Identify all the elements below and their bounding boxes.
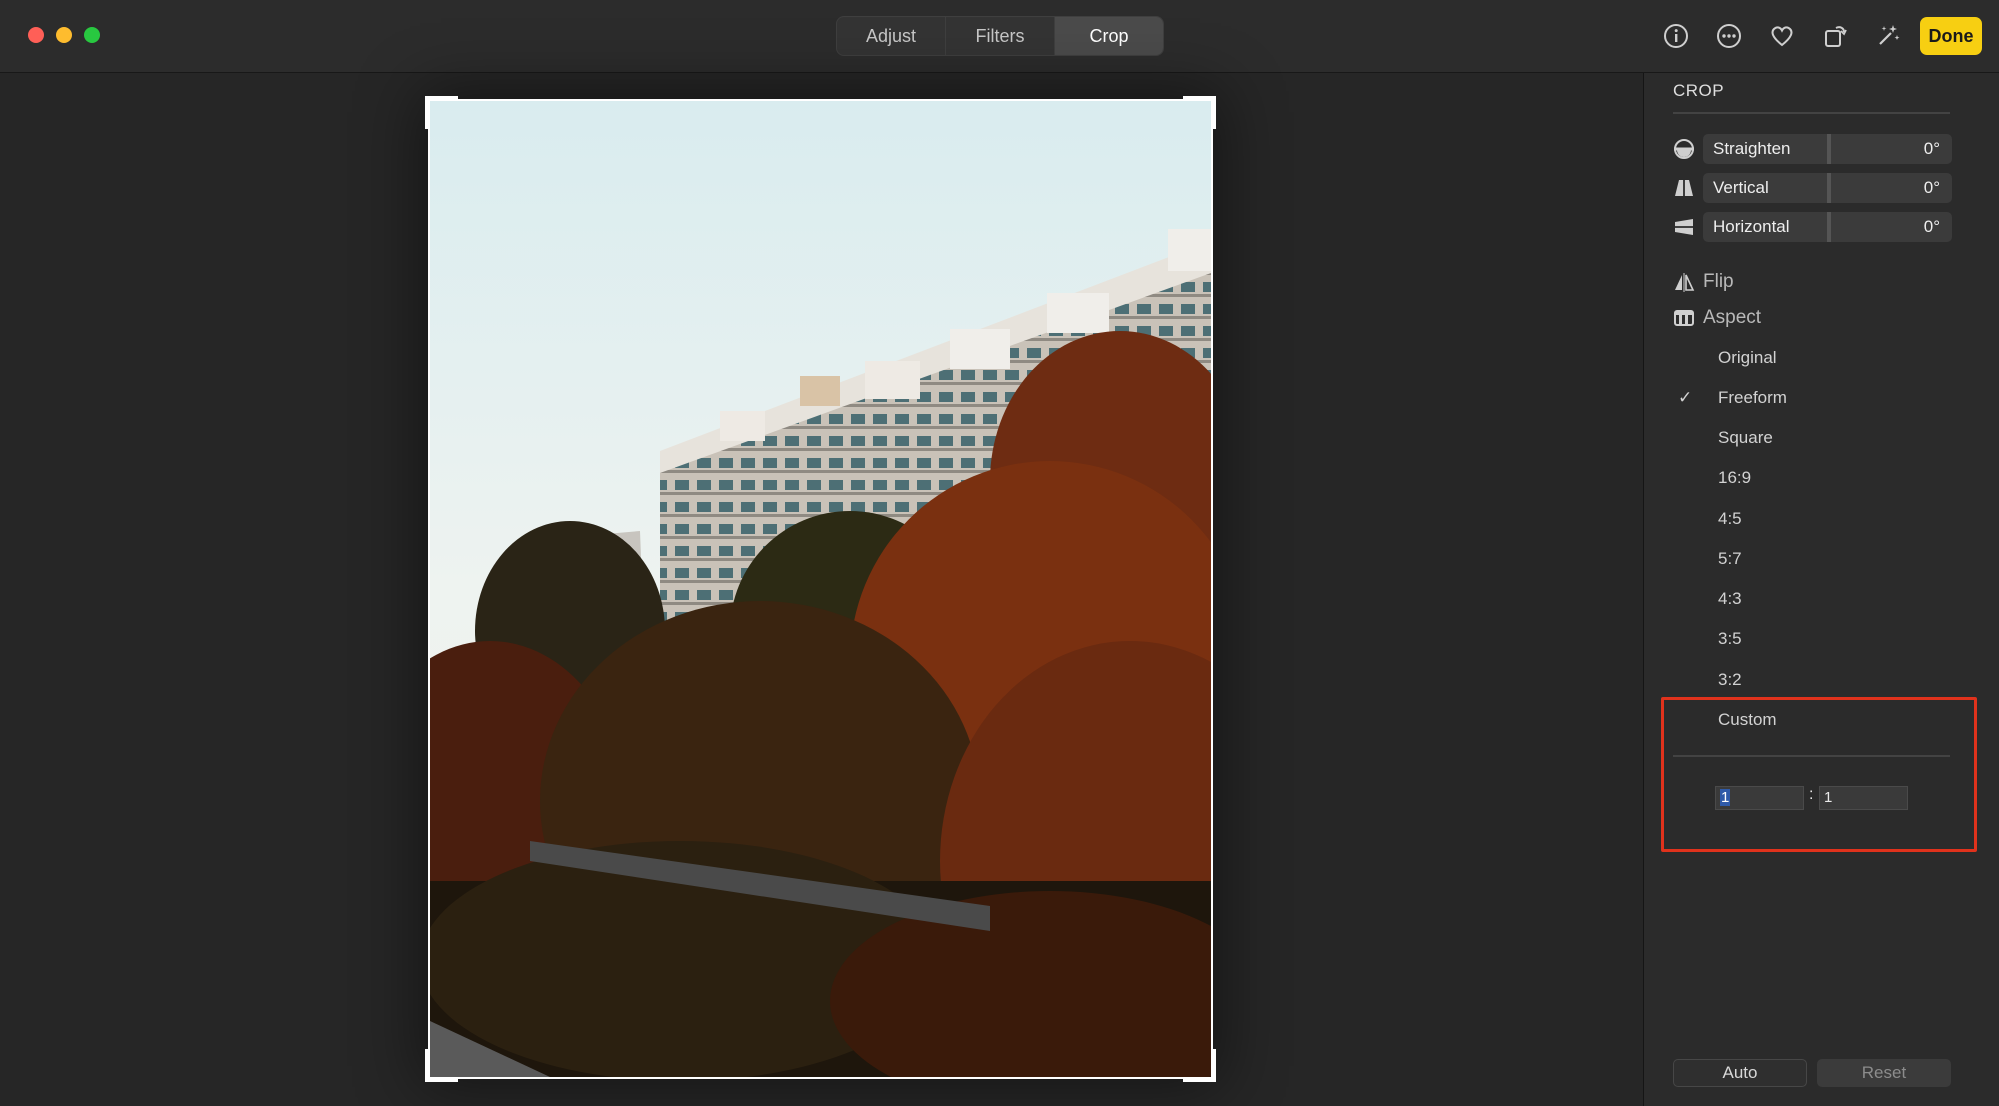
more-icon[interactable] <box>1713 20 1745 52</box>
horizontal-value: 0° <box>1923 217 1940 236</box>
tab-filters[interactable]: Filters <box>946 17 1055 55</box>
aspect-option-4-5[interactable]: 4:5 <box>1718 509 1742 529</box>
straighten-slider-thumb[interactable] <box>1827 134 1831 164</box>
straighten-icon <box>1674 139 1694 159</box>
photo-canvas <box>0 73 1643 1106</box>
custom-aspect-highlight-box <box>1661 697 1977 852</box>
rotate-icon[interactable] <box>1819 20 1851 52</box>
photos-editor-window: Adjust Filters Crop Done CROP Straighten… <box>0 0 1999 1106</box>
done-button[interactable]: Done <box>1920 17 1982 55</box>
auto-button[interactable]: Auto <box>1673 1059 1807 1087</box>
horizontal-label: Horizontal <box>1713 217 1790 236</box>
vertical-slider-thumb[interactable] <box>1827 173 1831 203</box>
aspect-option-square[interactable]: Square <box>1718 428 1773 448</box>
crop-side-panel: CROP Straighten 0° Vertical 0° Horizonta… <box>1643 73 1999 1106</box>
panel-title: CROP <box>1673 81 1725 100</box>
aspect-option-5-7[interactable]: 5:7 <box>1718 549 1742 569</box>
vertical-slider-row: Vertical 0° <box>1673 173 1952 203</box>
straighten-slider-row: Straighten 0° <box>1673 134 1952 164</box>
aspect-label: Aspect <box>1703 307 1762 328</box>
straighten-slider[interactable]: Straighten 0° <box>1703 134 1952 164</box>
flip-label: Flip <box>1703 271 1734 292</box>
horizontal-slider-thumb[interactable] <box>1827 212 1831 242</box>
flip-icon <box>1675 273 1695 292</box>
zoom-window-button[interactable] <box>84 27 100 43</box>
heart-icon[interactable] <box>1766 20 1798 52</box>
horizontal-icon <box>1674 219 1694 235</box>
magic-wand-icon[interactable] <box>1872 20 1904 52</box>
tab-crop[interactable]: Crop <box>1055 17 1163 55</box>
close-window-button[interactable] <box>28 27 44 43</box>
vertical-label: Vertical <box>1713 178 1769 197</box>
flip-button[interactable]: Flip <box>1673 269 1734 295</box>
horizontal-slider-row: Horizontal 0° <box>1673 212 1952 242</box>
vertical-value: 0° <box>1923 178 1940 197</box>
photo-image <box>430 101 1211 1077</box>
title-bar: Adjust Filters Crop Done <box>0 0 1999 73</box>
aspect-icon <box>1674 310 1694 326</box>
vertical-icon <box>1675 179 1693 197</box>
tab-adjust[interactable]: Adjust <box>837 17 946 55</box>
reset-button[interactable]: Reset <box>1817 1059 1951 1087</box>
aspect-option-freeform[interactable]: Freeform <box>1718 388 1787 408</box>
aspect-option-4-3[interactable]: 4:3 <box>1718 589 1742 609</box>
aspect-header: Aspect <box>1673 305 1761 331</box>
aspect-option-3-5[interactable]: 3:5 <box>1718 629 1742 649</box>
straighten-value: 0° <box>1923 139 1940 158</box>
edit-mode-segmented-control: Adjust Filters Crop <box>836 16 1164 56</box>
aspect-option-3-2[interactable]: 3:2 <box>1718 670 1742 690</box>
aspect-option-16-9[interactable]: 16:9 <box>1718 468 1751 488</box>
divider <box>1673 112 1950 114</box>
info-icon[interactable] <box>1660 20 1692 52</box>
checkmark-icon: ✓ <box>1678 388 1693 407</box>
vertical-slider[interactable]: Vertical 0° <box>1703 173 1952 203</box>
horizontal-slider[interactable]: Horizontal 0° <box>1703 212 1952 242</box>
aspect-option-original[interactable]: Original <box>1718 348 1777 368</box>
minimize-window-button[interactable] <box>56 27 72 43</box>
straighten-label: Straighten <box>1713 139 1791 158</box>
